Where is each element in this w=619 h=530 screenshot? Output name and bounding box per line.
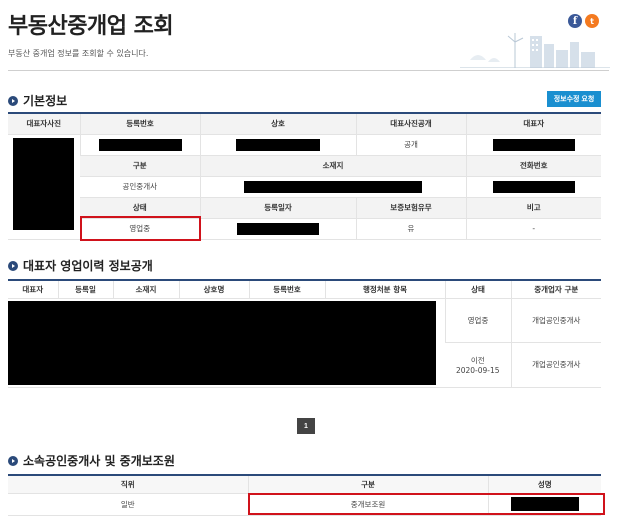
history-status-value: 이전 2020-09-15 bbox=[445, 342, 511, 388]
header-trade-name: 상호 bbox=[199, 112, 356, 135]
header-representative: 대표자 bbox=[465, 112, 601, 135]
history-table: 대표자 등록일 소재지 상호명 등록번호 행정처분 항목 상태 중개업자 구분 … bbox=[8, 279, 601, 388]
section-basic-info: 기본정보 bbox=[8, 92, 67, 109]
header-divider bbox=[8, 70, 609, 71]
history-type-value: 개업공인중개사 bbox=[510, 342, 601, 388]
table-row: 영업중 개업공인중개사 bbox=[8, 298, 601, 388]
header-phone: 전화번호 bbox=[465, 155, 601, 177]
history-header-address: 소재지 bbox=[112, 279, 179, 299]
history-header-reg-number: 등록번호 bbox=[248, 279, 325, 299]
header-reg-number: 등록번호 bbox=[79, 112, 200, 135]
header-insurance: 보증보험유무 bbox=[355, 197, 466, 219]
photo-public-value: 공개 bbox=[355, 134, 466, 156]
member-highlight-box bbox=[248, 493, 605, 515]
trade-name-value bbox=[199, 134, 356, 156]
header-note: 비고 bbox=[465, 197, 601, 219]
reg-number-value bbox=[79, 134, 200, 156]
phone-value bbox=[465, 176, 601, 198]
members-header-position: 직위 bbox=[8, 474, 248, 494]
page-title: 부동산중개업 조회 bbox=[8, 14, 174, 39]
rep-photo-cell bbox=[8, 134, 80, 240]
page-description: 부동산 중개업 정보를 조회할 수 있습니다. bbox=[8, 49, 149, 58]
header-status: 상태 bbox=[80, 197, 200, 219]
header-reg-date: 등록일자 bbox=[199, 197, 356, 219]
section-basic-info-title: 기본정보 bbox=[23, 94, 68, 108]
insurance-value: 유 bbox=[355, 218, 466, 240]
header-address: 소재지 bbox=[199, 155, 466, 177]
section-history: 대표자 영업이력 정보공개 bbox=[8, 257, 153, 274]
reg-date-value bbox=[199, 218, 356, 240]
history-header-status: 상태 bbox=[444, 279, 511, 299]
rep-photo-redacted bbox=[13, 137, 75, 230]
header-photo-public: 대표사진공개 bbox=[355, 112, 466, 135]
history-header-trade-name: 상호명 bbox=[178, 279, 249, 299]
section-bullet-icon bbox=[8, 455, 18, 466]
page-1-button[interactable]: 1 bbox=[297, 418, 315, 434]
members-header-category: 구분 bbox=[247, 474, 488, 494]
history-type-value: 개업공인중개사 bbox=[510, 298, 601, 343]
edit-request-button[interactable]: 정보수정 요청 bbox=[547, 91, 601, 107]
history-header-reg-date: 등록일 bbox=[57, 279, 113, 299]
city-skyline-illustration bbox=[460, 33, 610, 68]
members-header-name: 성명 bbox=[487, 474, 601, 494]
header-category: 구분 bbox=[80, 155, 200, 177]
history-header-rep: 대표자 bbox=[8, 279, 58, 299]
section-members: 소속공인중개사 및 중개보조원 bbox=[8, 452, 175, 469]
address-value bbox=[199, 176, 466, 198]
history-header-type: 중개업자 구분 bbox=[510, 279, 601, 299]
section-members-title: 소속공인중개사 및 중개보조원 bbox=[23, 454, 175, 468]
category-value: 공인중개사 bbox=[80, 176, 200, 198]
section-bullet-icon bbox=[8, 260, 18, 271]
history-header-sanction: 행정처분 항목 bbox=[324, 279, 445, 299]
history-status-value: 영업중 bbox=[444, 298, 511, 343]
status-highlight-box bbox=[80, 216, 201, 241]
section-history-title: 대표자 영업이력 정보공개 bbox=[23, 259, 153, 273]
member-position-value: 일반 bbox=[8, 493, 248, 516]
section-bullet-icon bbox=[8, 95, 18, 106]
note-value: - bbox=[465, 218, 601, 240]
history-redacted-block bbox=[8, 298, 445, 388]
header-rep-photo: 대표자사진 bbox=[8, 112, 80, 135]
representative-value bbox=[465, 134, 601, 156]
